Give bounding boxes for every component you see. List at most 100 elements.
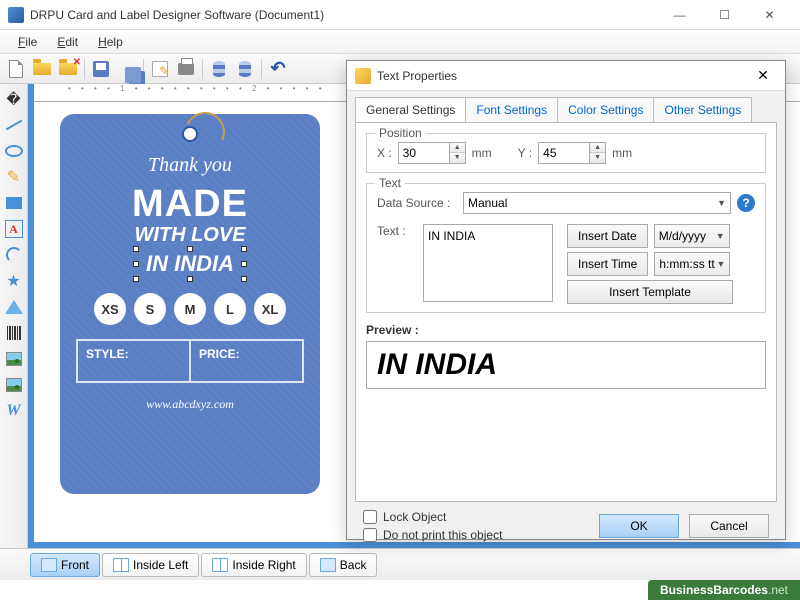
spinner-arrows[interactable]: ▲▼ bbox=[449, 143, 465, 163]
ellipse-tool[interactable] bbox=[3, 140, 25, 162]
pencil-icon: ✎ bbox=[7, 167, 20, 187]
triangle-tool[interactable] bbox=[3, 296, 25, 318]
lock-object-checkbox[interactable]: Lock Object bbox=[363, 510, 502, 524]
insert-time-button[interactable]: Insert Time bbox=[567, 252, 648, 276]
image-2-tool[interactable] bbox=[3, 374, 25, 396]
y-input[interactable] bbox=[539, 143, 589, 163]
line-tool[interactable] bbox=[3, 114, 25, 136]
resize-handle[interactable] bbox=[187, 246, 193, 252]
undo-button[interactable]: ↶ bbox=[266, 57, 290, 81]
tab-back[interactable]: Back bbox=[309, 553, 378, 577]
size-m[interactable]: M bbox=[174, 293, 206, 325]
down-arrow-icon[interactable]: ▼ bbox=[590, 153, 605, 163]
page-tabs: Front Inside Left Inside Right Back bbox=[0, 548, 800, 580]
save-all-button[interactable] bbox=[115, 57, 139, 81]
thank-you-text[interactable]: Thank you bbox=[60, 154, 320, 177]
tab-font-settings[interactable]: Font Settings bbox=[465, 97, 558, 122]
text-label: Text : bbox=[377, 224, 417, 238]
resize-handle[interactable] bbox=[187, 276, 193, 282]
tab-inside-left[interactable]: Inside Left bbox=[102, 553, 199, 577]
with-love-text[interactable]: WITH LOVE bbox=[60, 224, 320, 247]
up-arrow-icon[interactable]: ▲ bbox=[590, 143, 605, 153]
x-spinner[interactable]: ▲▼ bbox=[398, 142, 466, 164]
save-button[interactable] bbox=[89, 57, 113, 81]
selected-text-object[interactable]: IN INDIA bbox=[136, 249, 244, 279]
up-arrow-icon[interactable]: ▲ bbox=[450, 143, 465, 153]
new-document-button[interactable] bbox=[4, 57, 28, 81]
star-tool[interactable]: ★ bbox=[3, 270, 25, 292]
page-icon bbox=[41, 558, 57, 572]
rectangle-icon bbox=[6, 197, 22, 209]
tab-color-settings[interactable]: Color Settings bbox=[557, 97, 654, 122]
datasource-select[interactable]: Manual▼ bbox=[463, 192, 731, 214]
maximize-button[interactable]: ☐ bbox=[702, 1, 747, 29]
y-spinner[interactable]: ▲▼ bbox=[538, 142, 606, 164]
database-2-button[interactable] bbox=[233, 57, 257, 81]
menu-file[interactable]: File bbox=[8, 33, 47, 51]
edit-button[interactable] bbox=[148, 57, 172, 81]
print-icon bbox=[178, 63, 194, 75]
chevron-down-icon: ▼ bbox=[717, 198, 726, 208]
text-properties-dialog: Text Properties ✕ General Settings Font … bbox=[346, 60, 786, 540]
insert-template-button[interactable]: Insert Template bbox=[567, 280, 733, 304]
close-document-button[interactable] bbox=[56, 57, 80, 81]
size-s[interactable]: S bbox=[134, 293, 166, 325]
database-icon bbox=[213, 61, 225, 77]
select-tool[interactable]: � bbox=[3, 88, 25, 110]
text-input[interactable] bbox=[423, 224, 553, 302]
image-icon bbox=[6, 352, 22, 366]
tab-front[interactable]: Front bbox=[30, 553, 100, 577]
size-xs[interactable]: XS bbox=[94, 293, 126, 325]
wordart-tool[interactable]: W bbox=[3, 400, 25, 422]
tab-other-settings[interactable]: Other Settings bbox=[653, 97, 752, 122]
resize-handle[interactable] bbox=[133, 246, 139, 252]
tab-general-settings[interactable]: General Settings bbox=[355, 97, 466, 122]
edit-icon bbox=[152, 61, 168, 77]
resize-handle[interactable] bbox=[133, 276, 139, 282]
image-tool[interactable] bbox=[3, 348, 25, 370]
url-text[interactable]: www.abcdxyz.com bbox=[60, 397, 320, 412]
style-cell[interactable]: STYLE: bbox=[78, 341, 191, 381]
datasource-label: Data Source : bbox=[377, 196, 457, 210]
resize-handle[interactable] bbox=[241, 261, 247, 267]
print-button[interactable] bbox=[174, 57, 198, 81]
database-button[interactable] bbox=[207, 57, 231, 81]
time-format-select[interactable]: h:mm:ss tt▼ bbox=[654, 252, 730, 276]
arc-tool[interactable] bbox=[3, 244, 25, 266]
spinner-arrows[interactable]: ▲▼ bbox=[589, 143, 605, 163]
text-tool[interactable]: A bbox=[3, 218, 25, 240]
size-xl[interactable]: XL bbox=[254, 293, 286, 325]
cancel-button[interactable]: Cancel bbox=[689, 514, 769, 538]
ok-button[interactable]: OK bbox=[599, 514, 679, 538]
dialog-tabs: General Settings Font Settings Color Set… bbox=[347, 91, 785, 122]
dialog-titlebar[interactable]: Text Properties ✕ bbox=[347, 61, 785, 91]
down-arrow-icon[interactable]: ▼ bbox=[450, 153, 465, 163]
resize-handle[interactable] bbox=[241, 246, 247, 252]
open-button[interactable] bbox=[30, 57, 54, 81]
cursor-icon: � bbox=[6, 91, 20, 108]
label-design[interactable]: Thank you MADE WITH LOVE IN INDIA XS S M… bbox=[60, 114, 320, 494]
date-format-select[interactable]: M/d/yyyy▼ bbox=[654, 224, 730, 248]
help-icon[interactable]: ? bbox=[737, 194, 755, 212]
dialog-close-button[interactable]: ✕ bbox=[749, 67, 777, 84]
price-cell[interactable]: PRICE: bbox=[191, 341, 302, 381]
menu-edit[interactable]: Edit bbox=[47, 33, 88, 51]
line-icon bbox=[5, 120, 22, 131]
close-button[interactable]: ✕ bbox=[747, 1, 792, 29]
insert-date-button[interactable]: Insert Date bbox=[567, 224, 648, 248]
made-text[interactable]: MADE bbox=[60, 183, 320, 226]
barcode-tool[interactable] bbox=[3, 322, 25, 344]
dialog-body: Position X : ▲▼ mm Y : ▲▼ mm Text bbox=[355, 122, 777, 502]
x-input[interactable] bbox=[399, 143, 449, 163]
x-label: X : bbox=[377, 146, 392, 160]
tab-inside-right[interactable]: Inside Right bbox=[201, 553, 306, 577]
size-l[interactable]: L bbox=[214, 293, 246, 325]
menu-help[interactable]: Help bbox=[88, 33, 133, 51]
resize-handle[interactable] bbox=[241, 276, 247, 282]
do-not-print-checkbox[interactable]: Do not print this object bbox=[363, 528, 502, 542]
pencil-tool[interactable]: ✎ bbox=[3, 166, 25, 188]
minimize-button[interactable]: — bbox=[657, 1, 702, 29]
resize-handle[interactable] bbox=[133, 261, 139, 267]
rectangle-tool[interactable] bbox=[3, 192, 25, 214]
ellipse-icon bbox=[5, 145, 23, 157]
